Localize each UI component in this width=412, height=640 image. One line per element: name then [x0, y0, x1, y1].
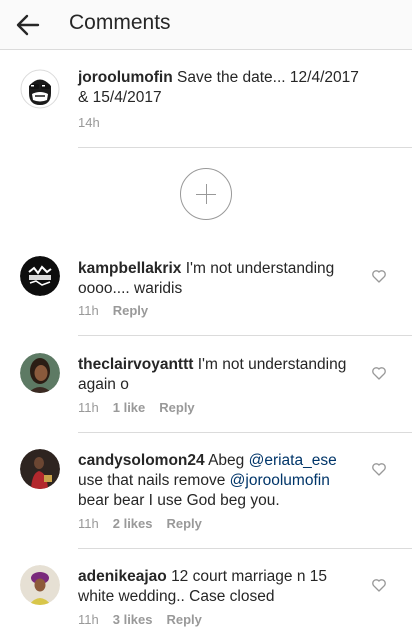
comment-body-end: bear bear I use God beg you.: [78, 492, 280, 509]
divider: [78, 335, 412, 336]
comment-meta: 11h 1 like Reply: [78, 400, 209, 415]
page-title: Comments: [69, 11, 171, 34]
comment-body-middle: use that nails remove: [78, 472, 226, 489]
comment-text: adenikeajao 12 court marriage n 15 white…: [78, 567, 363, 607]
reply-button[interactable]: Reply: [113, 303, 148, 318]
comment-timestamp: 11h: [78, 400, 99, 415]
heart-icon[interactable]: [371, 268, 387, 284]
caption-timestamp: 14h: [78, 115, 100, 130]
comment-username[interactable]: adenikeajao: [78, 568, 167, 585]
heart-icon[interactable]: [371, 577, 387, 593]
divider: [78, 548, 412, 549]
avatar-joroolumofin[interactable]: [20, 69, 60, 109]
comment-username[interactable]: candysolomon24: [78, 452, 205, 469]
mention-link[interactable]: @eriata_ese: [249, 452, 337, 469]
heart-icon[interactable]: [371, 461, 387, 477]
reply-button[interactable]: Reply: [159, 400, 194, 415]
avatar-adenikeajao[interactable]: [20, 565, 60, 605]
likes-count[interactable]: 2 likes: [113, 516, 153, 531]
divider: [78, 432, 412, 433]
comment-timestamp: 11h: [78, 612, 99, 627]
header-bar: Comments: [0, 0, 412, 50]
comment-timestamp: 11h: [78, 516, 99, 531]
comment-meta: 11h 3 likes Reply: [78, 612, 216, 627]
reply-button[interactable]: Reply: [167, 612, 202, 627]
avatar-theclairvoyanttt[interactable]: [20, 353, 60, 393]
caption-username[interactable]: joroolumofin: [78, 69, 173, 86]
divider: [78, 147, 412, 148]
avatar-candysolomon24[interactable]: [20, 449, 60, 489]
comment-username[interactable]: kampbellakrix: [78, 260, 181, 277]
likes-count[interactable]: 1 like: [113, 400, 146, 415]
comment-meta: 11h 2 likes Reply: [78, 516, 216, 531]
comment-text: candysolomon24 Abeg @eriata_ese use that…: [78, 451, 363, 511]
likes-count[interactable]: 3 likes: [113, 612, 153, 627]
heart-icon[interactable]: [371, 365, 387, 381]
comment-body-start: Abeg: [208, 452, 245, 469]
load-more-comments-button[interactable]: [180, 168, 232, 220]
caption-meta: 14h: [78, 115, 114, 130]
back-arrow-icon[interactable]: [12, 9, 44, 41]
comment-text: theclairvoyanttt I'm not understanding a…: [78, 355, 363, 395]
comment-username[interactable]: theclairvoyanttt: [78, 356, 193, 373]
mention-link[interactable]: @joroolumofin: [230, 472, 330, 489]
comment-meta: 11h Reply: [78, 303, 162, 318]
comment-timestamp: 11h: [78, 303, 99, 318]
reply-button[interactable]: Reply: [167, 516, 202, 531]
avatar-kampbellakrix[interactable]: [20, 256, 60, 296]
comment-text: kampbellakrix I'm not understanding oooo…: [78, 259, 363, 299]
caption-text: joroolumofin Save the date... 12/4/2017 …: [78, 68, 363, 108]
